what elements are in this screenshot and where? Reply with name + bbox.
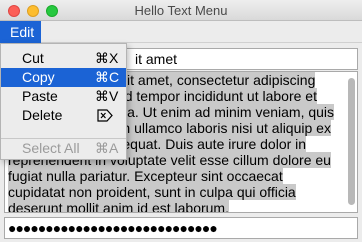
window-title: Hello Text Menu bbox=[134, 3, 228, 18]
text-line: cupidatat non proident, sunt in culpa qu… bbox=[8, 184, 296, 200]
text-input-value: it amet bbox=[135, 51, 178, 67]
menu-item-label: Delete bbox=[22, 107, 63, 123]
text-line: deserunt mollit anim id est laborum. bbox=[8, 200, 229, 212]
menu-item-label: Copy bbox=[22, 69, 55, 85]
scrollbar-thumb[interactable] bbox=[348, 78, 355, 205]
menu-item-paste[interactable]: Paste ⌘V bbox=[1, 87, 126, 106]
menu-item-shortcut: ⌘A bbox=[95, 140, 119, 156]
menu-item-delete[interactable]: Delete bbox=[1, 106, 126, 125]
menu-item-select-all: Select All ⌘A bbox=[1, 139, 126, 158]
menu-edit[interactable]: Edit bbox=[0, 21, 41, 43]
edit-menu-dropdown: Cut ⌘X Copy ⌘C Paste ⌘V Delete Select Al… bbox=[0, 43, 127, 160]
password-value: ●●●●●●●●●●●●●●●●●●●●●●●●●●●● bbox=[8, 220, 218, 236]
menu-item-shortcut: ⌘V bbox=[95, 88, 119, 104]
menu-item-label: Cut bbox=[22, 50, 44, 66]
app-window: Hello Text Menu Edit it amet orem ipsum … bbox=[0, 0, 362, 242]
menu-item-copy[interactable]: Copy ⌘C bbox=[1, 68, 126, 87]
delete-forward-icon bbox=[97, 109, 113, 122]
menu-item-shortcut: ⌘X bbox=[95, 50, 119, 66]
menu-item-label: Paste bbox=[22, 88, 58, 104]
menu-item-shortcut: ⌘C bbox=[95, 69, 120, 85]
menu-item-cut[interactable]: Cut ⌘X bbox=[1, 49, 126, 68]
password-field[interactable]: ●●●●●●●●●●●●●●●●●●●●●●●●●●●● bbox=[4, 217, 358, 239]
menu-item-label: Select All bbox=[22, 140, 80, 156]
title-bar: Hello Text Menu bbox=[0, 0, 362, 21]
vertical-scrollbar[interactable] bbox=[347, 76, 356, 210]
text-line: fugiat nulla pariatur. Excepteur sint oc… bbox=[8, 168, 283, 184]
menu-bar: Edit bbox=[0, 21, 362, 43]
